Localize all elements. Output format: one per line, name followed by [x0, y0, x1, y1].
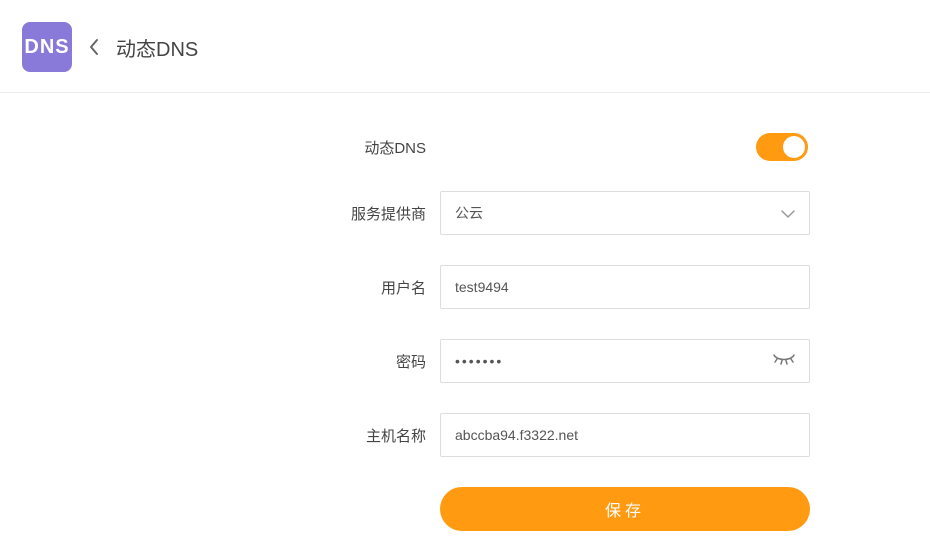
hostname-label: 主机名称	[0, 425, 440, 446]
page-title: 动态DNS	[116, 33, 198, 62]
ddns-form: 动态DNS 服务提供商 公云 用户名 密码	[0, 93, 930, 531]
hostname-input[interactable]	[455, 414, 795, 456]
provider-label: 服务提供商	[0, 203, 440, 224]
ddns-toggle[interactable]	[756, 133, 808, 161]
password-input[interactable]	[455, 340, 795, 382]
username-input[interactable]	[455, 266, 795, 308]
back-icon[interactable]	[86, 38, 102, 56]
username-label: 用户名	[0, 277, 440, 298]
provider-selected-value: 公云	[455, 203, 483, 223]
toggle-knob	[783, 136, 805, 158]
app-icon-dns: DNS	[22, 22, 72, 72]
page-header: DNS 动态DNS	[0, 0, 930, 93]
chevron-down-icon	[781, 205, 795, 221]
save-button[interactable]: 保存	[440, 487, 810, 531]
provider-select[interactable]: 公云	[440, 191, 810, 235]
ddns-toggle-label: 动态DNS	[0, 137, 440, 158]
eye-closed-icon[interactable]	[773, 353, 795, 369]
password-label: 密码	[0, 351, 440, 372]
